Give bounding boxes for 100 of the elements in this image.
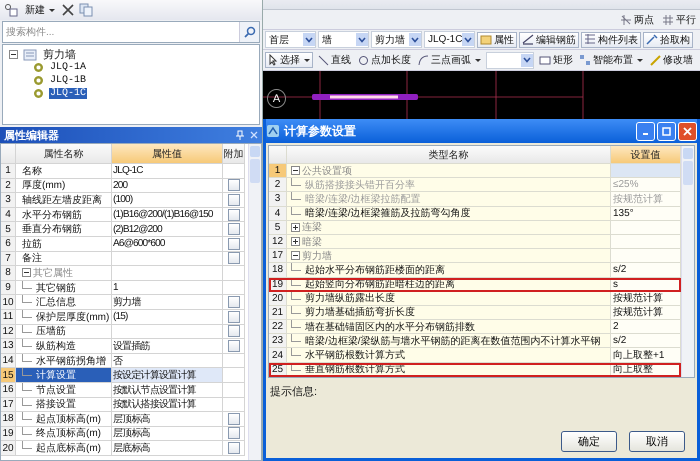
checkbox[interactable] (228, 208, 240, 221)
table-row[interactable]: 15 计算设置 按设定计算设置计算 (1, 368, 248, 383)
collapse-icon[interactable] (22, 268, 31, 278)
table-row[interactable]: 16 节点设置 按默认节点设置计算 (1, 382, 248, 398)
table-row[interactable]: 8 其它属性 (1, 266, 248, 281)
search-input[interactable]: 搜索构件... (3, 22, 239, 42)
table-row[interactable]: 17 剪力墙 (269, 249, 681, 264)
dialog-button[interactable]: 确定 (561, 431, 617, 452)
parameter-value: s/2 (613, 264, 626, 276)
table-row[interactable]: 5 垂直分布钢筋 (2)B12@200 (1, 222, 248, 237)
checkbox[interactable] (228, 310, 240, 323)
cursor-icon (268, 54, 278, 66)
tree-item[interactable]: 剪力墙 (42, 46, 77, 62)
drawing-canvas[interactable]: A (263, 71, 700, 119)
checkbox[interactable] (228, 252, 240, 264)
table-row[interactable]: 24 水平钢筋根数计算方式 向上取整+1 (269, 348, 681, 363)
toolbar-button[interactable]: 修改墙 (648, 52, 695, 68)
table-row[interactable]: 12 暗梁 (269, 234, 681, 250)
toolbar-button[interactable]: 三点画弧 (416, 52, 483, 68)
table-row[interactable]: 14 水平钢筋拐角增 否 (1, 354, 248, 368)
table-row[interactable]: 2 厚度(mm) 200 (1, 178, 248, 194)
eyedropper-icon (646, 34, 658, 45)
header-corner (1, 144, 16, 164)
close-button[interactable] (678, 122, 697, 140)
new-document-icon[interactable] (4, 3, 18, 17)
checkbox[interactable] (228, 194, 240, 206)
row-number: 20 (272, 292, 284, 304)
toolbar-button[interactable]: 平行 (660, 12, 698, 28)
table-row[interactable]: 17 搭接设置 按默认搭接设置计算 (1, 398, 248, 412)
toolbar-button[interactable]: 编辑钢筋 (519, 32, 579, 48)
table-row[interactable]: 5 连梁 (269, 220, 681, 235)
new-button[interactable]: 新建 (23, 2, 57, 18)
collapse-icon[interactable] (291, 251, 300, 260)
dropdown[interactable] (486, 52, 534, 68)
delete-icon[interactable] (62, 4, 74, 16)
toolbar-button[interactable]: 构件列表 (581, 32, 641, 48)
tree-item[interactable]: JLQ-1B (49, 74, 88, 86)
maximize-icon[interactable] (662, 126, 671, 136)
collapse-icon[interactable] (291, 166, 300, 176)
checkbox[interactable] (228, 442, 240, 454)
dropdown[interactable]: JLQ-1C (424, 31, 475, 48)
table-row[interactable]: 9 其它钢筋 1 (1, 280, 248, 296)
checkbox[interactable] (228, 427, 240, 440)
toolbar-button[interactable]: 矩形 (537, 52, 575, 68)
table-row[interactable]: 10 汇总信息 剪力墙 (1, 295, 248, 310)
table-row[interactable]: 12 压墙筋 (1, 324, 248, 340)
collapse-icon[interactable] (9, 50, 18, 58)
search-button[interactable] (239, 22, 259, 42)
tree-item[interactable]: JLQ-1A (49, 62, 88, 72)
checkbox[interactable] (228, 238, 240, 250)
close-icon[interactable] (250, 131, 258, 139)
expand-icon[interactable] (291, 222, 300, 232)
toolbar-button[interactable]: 智能布置 (578, 52, 645, 68)
minimize-button[interactable] (636, 122, 655, 140)
wall-drawing[interactable] (312, 94, 418, 100)
table-row[interactable]: 6 拉筋 A6@600*600 (1, 236, 248, 252)
table-row[interactable]: 1 名称 JLQ-1C (1, 164, 248, 179)
copy-icon[interactable] (79, 3, 93, 17)
toolbar-button[interactable]: 直线 (316, 52, 353, 68)
row-number: 2 (274, 179, 280, 190)
table-row[interactable]: 13 纵筋构造 设置插筋 (1, 339, 248, 354)
dialog-button[interactable]: 取消 (629, 431, 685, 452)
checkbox[interactable] (228, 296, 240, 308)
table-row[interactable]: 20 起点底标高(m) 层底标高 (1, 441, 248, 456)
table-row[interactable]: 7 备注 (1, 252, 248, 266)
checkbox[interactable] (228, 340, 240, 352)
table-row[interactable]: 18 起始水平分布钢筋距楼面的距离 s/2 (269, 263, 681, 278)
checkbox[interactable] (228, 325, 240, 338)
table-row[interactable]: 20 剪力墙纵筋露出长度 按规范计算 (269, 292, 681, 306)
checkbox[interactable] (228, 179, 240, 192)
tree-item[interactable]: JLQ-1C (49, 88, 88, 98)
toolbar-button[interactable]: 选择 (265, 52, 313, 68)
table-row[interactable]: 1 公共设置项 (269, 164, 681, 178)
table-row[interactable]: 4 暗梁/连梁/边框梁箍筋及拉筋弯勾角度 135° (269, 206, 681, 221)
table-row[interactable]: 23 暗梁/边框梁/梁纵筋与墙水平钢筋的距离在数值范围内不计算水平钢 s/2 (269, 334, 681, 348)
property-name: 垂直分布钢筋 (22, 222, 82, 236)
search-icon[interactable] (244, 26, 256, 38)
scrollbar[interactable] (248, 144, 261, 460)
checkbox[interactable] (228, 412, 240, 425)
table-row[interactable]: 18 起点顶标高(m) 层顶标高 (1, 412, 248, 427)
table-row[interactable]: 4 水平分布钢筋 (1)B16@200/(1)B16@150 (1, 208, 248, 222)
table-row[interactable]: 21 剪力墙基础插筋弯折长度 按规范计算 (269, 306, 681, 320)
maximize-button[interactable] (657, 122, 676, 140)
table-row[interactable]: 3 轴线距左墙皮距离 (100) (1, 193, 248, 208)
dropdown[interactable]: 墙 (318, 31, 369, 48)
toolbar-button[interactable]: 拾取构 (643, 32, 693, 48)
pin-icon[interactable] (236, 130, 244, 140)
toolbar-button[interactable]: 两点 (618, 12, 656, 28)
toolbar-button[interactable]: 点加长度 (356, 52, 413, 68)
checkbox[interactable] (228, 223, 240, 236)
expand-icon[interactable] (291, 237, 300, 246)
dropdown[interactable]: 剪力墙 (371, 31, 422, 48)
scrollbar[interactable] (681, 146, 694, 377)
table-row[interactable]: 11 保护层厚度(mm) (15) (1, 310, 248, 325)
table-row[interactable]: 22 墙在基础锚固区内的水平分布钢筋排数 2 (269, 320, 681, 334)
group-name: 其它属性 (33, 266, 73, 280)
dropdown[interactable]: 首层 (265, 31, 316, 48)
search-field[interactable]: 搜索构件... (2, 21, 260, 43)
toolbar-button[interactable]: 属性 (477, 32, 517, 48)
table-row[interactable]: 19 终点顶标高(m) 层顶标高 (1, 426, 248, 442)
